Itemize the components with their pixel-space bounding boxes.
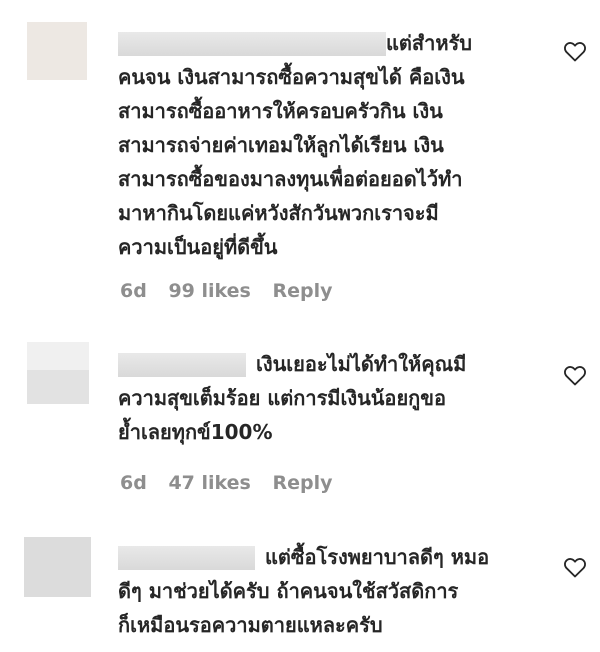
comment-meta: 6d 47 likes Reply	[120, 472, 348, 494]
avatar[interactable]	[24, 537, 91, 597]
comment-text-line: สามารถจ่ายค่าเทอมให้ลูกได้เรียน เงิน	[118, 133, 444, 157]
comment-text: แต่ซื้อโรงพยาบาลดีๆ หมอ ดีๆ มาช่วยได้ครั…	[118, 540, 543, 642]
comment-text-line: เงินเยอะไม่ได้ทำให้คุณมี	[118, 347, 543, 381]
comment-meta: 6d 99 likes Reply	[120, 280, 348, 302]
comment-text-segment: แต่ซื้อโรงพยาบาลดีๆ หมอ	[265, 545, 490, 569]
like-count[interactable]: 99 likes	[168, 280, 250, 302]
avatar[interactable]	[27, 22, 87, 80]
comment-text-line: ก็เหมือนรอความตายแหละครับ	[118, 613, 383, 637]
username-redacted[interactable]	[118, 353, 246, 377]
username-redacted[interactable]	[118, 546, 255, 570]
heart-outline-icon[interactable]	[563, 40, 587, 62]
comment-text-line: สามารถซื้ออาหารให้ครอบครัวกิน เงิน	[118, 99, 443, 123]
reply-button[interactable]: Reply	[272, 472, 332, 494]
comment-text-line: ย้ำเลยทุกข์100%	[118, 420, 273, 444]
comment-text-segment: แต่สำหรับ	[386, 31, 472, 55]
reply-button[interactable]: Reply	[272, 280, 332, 302]
comment-list: แต่สำหรับ คนจน เงินสามารถซื้อความสุขได้ …	[0, 0, 600, 652]
comment-text-segment: เงินเยอะไม่ได้ทำให้คุณมี	[256, 352, 467, 376]
avatar[interactable]	[27, 342, 89, 404]
comment-text-line: ดีๆ มาช่วยได้ครับ ถ้าคนจนใช้สวัสดิการ	[118, 579, 459, 603]
heart-outline-icon[interactable]	[563, 556, 587, 578]
comment-text: เงินเยอะไม่ได้ทำให้คุณมี ความสุขเต็มร้อย…	[118, 347, 543, 449]
username-redacted[interactable]	[118, 32, 386, 56]
like-count[interactable]: 47 likes	[168, 472, 250, 494]
comment-text-line: สามารถซื้อของมาลงทุนเพื่อต่อยอดไว้ทำ	[118, 167, 463, 191]
comment-text: แต่สำหรับ คนจน เงินสามารถซื้อความสุขได้ …	[118, 26, 543, 264]
comment-text-line: คนจน เงินสามารถซื้อความสุขได้ คือเงิน	[118, 65, 465, 89]
comment-time: 6d	[120, 280, 147, 302]
heart-outline-icon[interactable]	[563, 364, 587, 386]
comment-time: 6d	[120, 472, 147, 494]
comment-text-line: แต่ซื้อโรงพยาบาลดีๆ หมอ	[118, 540, 543, 574]
comment-text-line: แต่สำหรับ	[118, 26, 543, 60]
comment-text-line: ความสุขเต็มร้อย แต่การมีเงินน้อยกูขอ	[118, 386, 446, 410]
comment-text-line: มาหากินโดยแค่หวังสักวันพวกเราจะมี	[118, 201, 439, 225]
comment-text-line: ความเป็นอยู่ที่ดีขึ้น	[118, 235, 278, 259]
